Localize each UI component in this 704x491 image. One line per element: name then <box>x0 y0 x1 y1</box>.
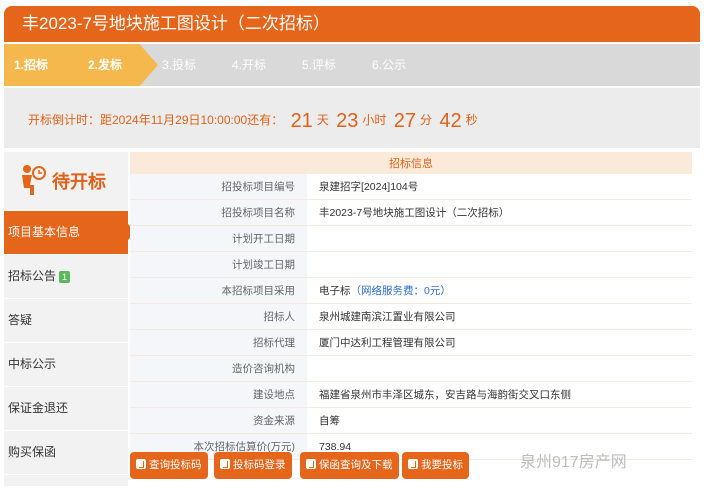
row-label: 本招标项目采用 <box>130 277 307 304</box>
row-label: 建设地点 <box>130 381 307 408</box>
table-row: 招投标项目名称 丰2023-7号地块施工图设计（二次招标） <box>130 199 692 226</box>
watermark: 泉州917房产网 <box>520 454 627 471</box>
status-box: 待开标 <box>4 152 128 211</box>
step-bid-submit: 3.投标 <box>162 58 197 72</box>
row-label: 计划开工日期 <box>130 225 307 252</box>
countdown-hours-unit: 小时 <box>362 113 387 127</box>
row-label: 招标代理 <box>130 329 307 356</box>
step-bid-open: 4.开标 <box>232 58 267 72</box>
row-label: 招标人 <box>130 303 307 330</box>
sidebar-item-label: 答疑 <box>8 313 33 327</box>
sidebar-item-label: 招标公告 <box>8 269 57 283</box>
progress-steps: 1.招标 2.发标 3.投标 4.开标 5.评标 6.公示 <box>4 44 700 86</box>
row-label: 造价咨询机构 <box>130 355 307 382</box>
sidebar-item-project-info[interactable]: 项目基本信息 <box>4 211 136 255</box>
countdown-minutes-unit: 分 <box>420 113 433 127</box>
query-bid-code-button[interactable]: 查询投标码 <box>130 452 208 479</box>
row-value <box>307 355 692 382</box>
table-row: 造价咨询机构 <box>130 355 692 382</box>
countdown-seconds-unit: 秒 <box>465 113 478 127</box>
countdown-panel: 开标倒计时：距2024年11月29日10:00:00还有： 21 天 23 小时 2… <box>4 88 700 148</box>
countdown-prefix: 开标倒计时：距2024年11月29日10:00:00还有： <box>28 113 284 127</box>
step-bid-evaluate: 5.评标 <box>302 58 337 72</box>
table-row: 计划竣工日期 <box>130 251 692 278</box>
status-label: 待开标 <box>52 172 106 192</box>
edit-icon <box>220 459 230 469</box>
table-caption: 招标信息 <box>130 152 692 174</box>
service-fee-note: （网络服务费：0元） <box>350 285 451 297</box>
table-row: 招投标项目编号 泉建招字[2024]104号 <box>130 174 692 200</box>
row-label: 招投标项目名称 <box>130 199 307 226</box>
countdown-days: 21 <box>290 110 313 132</box>
sidebar-item-bid-notice[interactable]: 招标公告 1 <box>4 255 128 299</box>
sidebar-item-label: 项目基本信息 <box>8 225 81 239</box>
row-value: 泉州城建南滨江置业有限公司 <box>307 303 692 330</box>
table-row: 招标代理 厦门中达利工程管理有限公司 <box>130 329 692 356</box>
guarantee-query-button[interactable]: 保函查询及下载 <box>300 452 399 479</box>
sidebar: 待开标 项目基本信息 招标公告 1 答疑 中标公示 保证金退还 购买保函 <box>4 152 136 486</box>
row-label: 招投标项目编号 <box>130 174 307 200</box>
row-value: 厦门中达利工程管理有限公司 <box>307 329 692 356</box>
row-value: 泉建招字[2024]104号 <box>307 174 692 200</box>
table-row: 本招标项目采用 电子标（网络服务费：0元） <box>130 277 692 304</box>
sidebar-item-label: 保证金退还 <box>8 401 69 415</box>
button-label: 我要投标 <box>421 459 463 471</box>
table-row: 建设地点 福建省泉州市丰泽区城东，安吉路与海韵街交叉口东侧 <box>130 381 692 408</box>
row-value <box>307 251 692 278</box>
row-value: 丰2023-7号地块施工图设计（二次招标） <box>307 199 692 226</box>
row-label: 资金来源 <box>130 407 307 434</box>
row-value: 电子标（网络服务费：0元） <box>307 277 692 304</box>
sidebar-item-deposit-refund[interactable]: 保证金退还 <box>4 387 128 431</box>
countdown-minutes: 27 <box>393 110 417 132</box>
sidebar-item-buy-guarantee[interactable]: 购买保函 <box>4 431 128 475</box>
row-value: 福建省泉州市丰泽区城东，安吉路与海韵街交叉口东侧 <box>307 381 692 408</box>
countdown-hours: 23 <box>336 110 359 132</box>
bid-info-table: 招标信息 招投标项目编号 泉建招字[2024]104号 招投标项目名称 丰2023-… <box>130 152 692 460</box>
bid-type-value: 电子标 <box>319 285 351 297</box>
row-label: 计划竣工日期 <box>130 251 307 278</box>
count-badge: 1 <box>59 271 71 283</box>
edit-icon <box>136 459 146 469</box>
submit-bid-button[interactable]: 我要投标 <box>402 452 469 479</box>
countdown-text: 开标倒计时：距2024年11月29日10:00:00还有： 21 天 23 小时 2… <box>28 110 478 133</box>
table-row: 招标人 泉州城建南滨江置业有限公司 <box>130 303 692 330</box>
countdown-days-unit: 天 <box>316 113 329 127</box>
table-row: 资金来源 自筹 <box>130 407 692 434</box>
sidebar-item-label: 中标公示 <box>8 357 57 371</box>
button-label: 保函查询及下载 <box>319 459 393 471</box>
person-clock-icon <box>22 165 46 195</box>
step-publicity: 6.公示 <box>372 58 407 72</box>
bid-code-login-button[interactable]: 投标码登录 <box>214 452 292 479</box>
edit-icon <box>408 459 418 469</box>
countdown-seconds: 42 <box>439 110 462 132</box>
table-row: 计划开工日期 <box>130 225 692 252</box>
edit-icon <box>306 459 316 469</box>
row-value <box>307 225 692 252</box>
button-label: 查询投标码 <box>149 459 202 471</box>
page-title: 丰2023-7号地块施工图设计（二次招标） <box>4 6 700 42</box>
sidebar-item-label: 购买保函 <box>8 445 57 459</box>
sidebar-item-award-notice[interactable]: 中标公示 <box>4 343 128 387</box>
sidebar-item-qa[interactable]: 答疑 <box>4 299 128 343</box>
row-value: 自筹 <box>307 407 692 434</box>
button-label: 投标码登录 <box>233 459 286 471</box>
